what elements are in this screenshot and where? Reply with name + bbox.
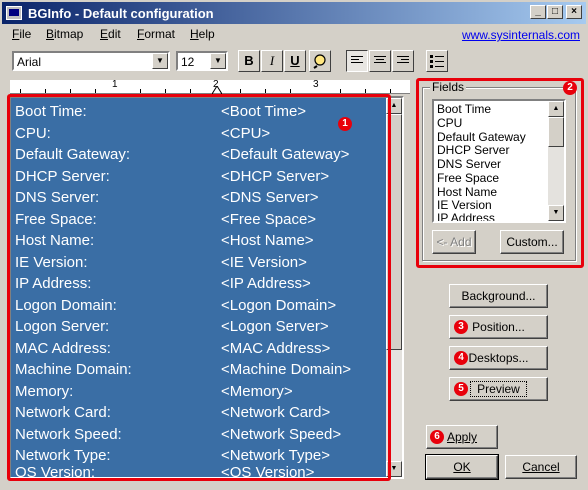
menu-help[interactable]: Help [190, 27, 215, 41]
bold-button[interactable]: B [238, 50, 260, 72]
preview-button-label: Preview [470, 381, 527, 397]
underline-button[interactable]: U [284, 50, 306, 72]
annotation-box-editor [7, 94, 391, 481]
align-left-icon [351, 56, 363, 66]
annotation-badge: 5 [454, 382, 468, 396]
bullet-list-button[interactable] [426, 50, 448, 72]
font-select[interactable]: Arial ▼ [12, 51, 170, 71]
apply-button-label: Apply [446, 430, 478, 444]
format-toolbar: Arial ▼ 12 ▼ B I U [2, 46, 586, 74]
annotation-badge: 3 [454, 320, 468, 334]
menu-edit[interactable]: Edit [100, 27, 121, 41]
ruler[interactable]: 1 2 3 [10, 79, 410, 94]
tab-stop-marker[interactable] [212, 86, 222, 94]
ok-button[interactable]: OK [425, 454, 499, 480]
annotation-box-fields [416, 78, 584, 268]
title-bar[interactable]: BGInfo - Default configuration _ □ × [2, 2, 586, 24]
cancel-button-label: Cancel [522, 460, 560, 474]
size-select-value: 12 [181, 55, 195, 69]
align-right-icon [397, 56, 409, 66]
sysinternals-link[interactable]: www.sysinternals.com [462, 28, 580, 42]
close-button[interactable]: × [566, 5, 582, 19]
italic-button[interactable]: I [261, 50, 283, 72]
chevron-down-icon[interactable]: ▼ [152, 53, 168, 69]
annotation-badge: 2 [563, 81, 577, 95]
annotation-badge: 6 [430, 430, 444, 444]
ok-button-label: OK [453, 460, 471, 474]
ruler-mark: 1 [112, 79, 118, 90]
maximize-button[interactable]: □ [547, 5, 563, 19]
field-wizard-button[interactable] [309, 50, 331, 72]
align-left-button[interactable] [346, 50, 368, 72]
chevron-down-icon[interactable]: ▼ [210, 53, 226, 69]
ruler-mark: 3 [313, 79, 319, 90]
menu-bar: File Bitmap Edit Format Help www.sysinte… [2, 25, 586, 43]
bullet-list-icon [430, 55, 444, 68]
font-select-value: Arial [17, 55, 42, 69]
menu-bitmap[interactable]: Bitmap [46, 27, 83, 41]
bginfo-window: BGInfo - Default configuration _ □ × Fil… [0, 0, 588, 490]
app-icon[interactable] [6, 6, 22, 20]
menu-format[interactable]: Format [137, 27, 175, 41]
size-select[interactable]: 12 ▼ [176, 51, 228, 71]
background-button[interactable]: Background... [449, 284, 548, 308]
menu-file[interactable]: File [12, 27, 31, 41]
minimize-button[interactable]: _ [530, 5, 546, 19]
align-center-icon [374, 56, 386, 66]
cancel-button[interactable]: Cancel [505, 455, 577, 479]
annotation-badge: 1 [338, 117, 352, 131]
align-center-button[interactable] [369, 50, 391, 72]
window-title: BGInfo - Default configuration [28, 6, 214, 21]
align-right-button[interactable] [392, 50, 414, 72]
magnifier-icon [313, 54, 326, 69]
annotation-badge: 4 [454, 351, 468, 365]
